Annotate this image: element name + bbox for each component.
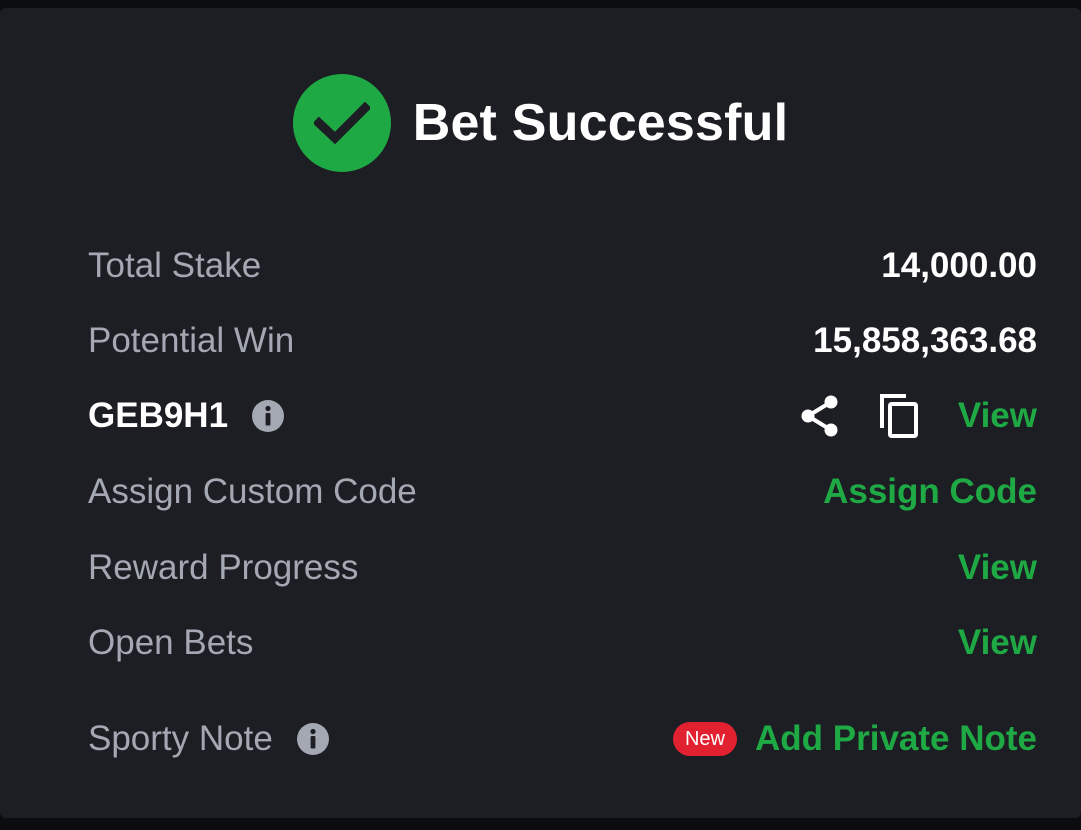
check-mark-icon xyxy=(313,101,370,145)
assign-code-link[interactable]: Assign Code xyxy=(823,472,1037,512)
info-icon[interactable] xyxy=(252,400,285,432)
potential-win-label: Potential Win xyxy=(88,321,295,360)
booking-view-link[interactable]: View xyxy=(958,396,1037,436)
check-circle-icon xyxy=(292,74,391,172)
bet-success-panel: Bet Successful Total Stake 14,000.00 Pot… xyxy=(0,8,1081,818)
open-bets-view-link[interactable]: View xyxy=(958,623,1037,663)
potential-win-row: Potential Win 15,858,363.68 xyxy=(88,316,1037,366)
reward-progress-label: Reward Progress xyxy=(88,548,359,587)
booking-code: GEB9H1 xyxy=(88,396,229,435)
custom-code-row: Assign Custom Code Assign Code xyxy=(88,467,1037,517)
booking-code-group: GEB9H1 xyxy=(88,396,285,436)
info-icon[interactable] xyxy=(296,723,329,755)
screen: Bet Successful Total Stake 14,000.00 Pot… xyxy=(0,0,1081,830)
open-bets-label: Open Bets xyxy=(88,623,254,662)
open-bets-row: Open Bets View xyxy=(88,618,1037,668)
new-badge: New xyxy=(672,722,737,756)
reward-progress-row: Reward Progress View xyxy=(88,543,1037,593)
sporty-note-group: Sporty Note xyxy=(88,719,329,759)
header: Bet Successful xyxy=(0,74,1081,172)
sporty-note-label: Sporty Note xyxy=(88,719,273,758)
total-stake-value: 14,000.00 xyxy=(881,246,1037,285)
total-stake-label: Total Stake xyxy=(88,246,262,285)
copy-icon[interactable] xyxy=(878,392,922,440)
add-private-note-link[interactable]: Add Private Note xyxy=(755,719,1037,759)
total-stake-row: Total Stake 14,000.00 xyxy=(88,241,1037,291)
custom-code-label: Assign Custom Code xyxy=(88,472,417,511)
page-title: Bet Successful xyxy=(412,94,789,152)
potential-win-value: 15,858,363.68 xyxy=(813,321,1037,360)
sporty-note-row: Sporty Note New Add Private Note xyxy=(88,714,1037,764)
reward-progress-view-link[interactable]: View xyxy=(958,548,1037,588)
share-icon[interactable] xyxy=(798,394,842,438)
sporty-note-actions: New Add Private Note xyxy=(672,719,1037,759)
booking-code-row: GEB9H1 View xyxy=(88,391,1037,441)
booking-actions: View xyxy=(798,392,1037,440)
